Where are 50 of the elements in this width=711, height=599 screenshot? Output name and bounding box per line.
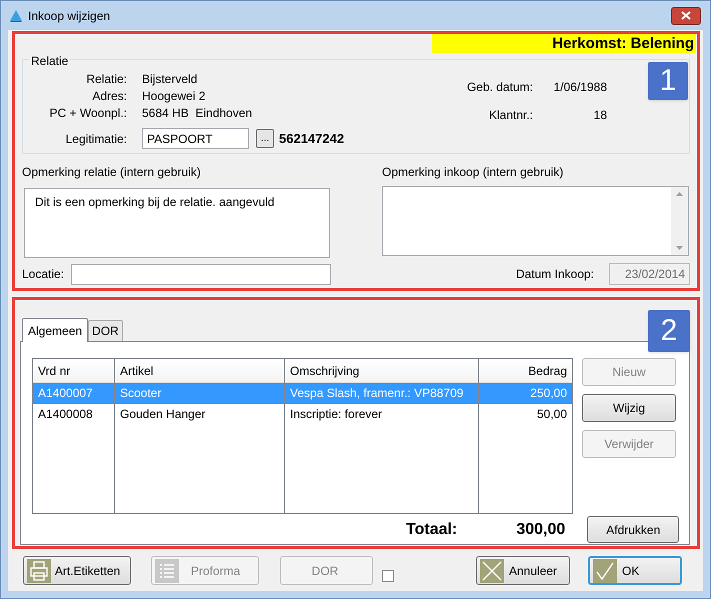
field-label: Locatie: bbox=[22, 266, 66, 283]
total-label: Totaal: bbox=[406, 520, 458, 540]
scrollbar[interactable] bbox=[671, 187, 688, 255]
field-label: Klantnr.: bbox=[488, 106, 533, 124]
total-value: 300,00 bbox=[515, 520, 566, 540]
browse-button[interactable]: ... bbox=[256, 129, 274, 148]
field-value: 5684 HB Eindhoven bbox=[142, 104, 252, 122]
tab[interactable]: DOR bbox=[88, 320, 123, 341]
side-button[interactable]: Wijzig bbox=[582, 394, 676, 422]
id-type-field[interactable]: PASPOORT bbox=[142, 128, 249, 149]
footer-button[interactable]: Annuleer bbox=[476, 556, 570, 585]
tab[interactable]: Algemeen bbox=[22, 318, 88, 342]
footer-button[interactable]: OK bbox=[588, 556, 682, 585]
app-icon bbox=[9, 8, 23, 22]
id-number: 562147242 bbox=[279, 130, 344, 148]
field-label: Datum Inkoop: bbox=[516, 266, 594, 283]
field-label: Geb. datum: bbox=[466, 78, 533, 96]
close-icon bbox=[681, 11, 691, 20]
footer-button[interactable]: Art.Etiketten bbox=[23, 556, 131, 585]
field-label: Adres: bbox=[91, 88, 127, 104]
remark-text: Dit is een opmerking bij de relatie. aangevuld bbox=[34, 194, 276, 211]
field-label: Legitimatie: bbox=[64, 130, 127, 148]
location-field[interactable] bbox=[71, 264, 331, 284]
checkbox[interactable] bbox=[382, 570, 394, 582]
field-value: 18 bbox=[592, 106, 607, 124]
check-icon bbox=[593, 558, 617, 582]
field-label: Opmerking inkoop (intern gebruik) bbox=[382, 164, 564, 178]
scroll-down-icon bbox=[676, 246, 683, 250]
scroll-up-icon bbox=[676, 192, 683, 196]
printer-icon bbox=[27, 558, 51, 582]
field-label: Opmerking relatie (intern gebruik) bbox=[22, 164, 202, 178]
field-value: Bijsterveld bbox=[142, 70, 198, 88]
field-value: 1/06/1988 bbox=[552, 78, 607, 96]
field-label: PC + Woonpl.: bbox=[48, 104, 127, 122]
remark-box[interactable] bbox=[382, 186, 689, 256]
table-cell: Vespa Slash, framenr.: VP88709 bbox=[285, 383, 478, 404]
cross-icon bbox=[480, 558, 504, 582]
table-cell: A1400007 bbox=[33, 383, 114, 404]
field-label: Relatie: bbox=[85, 70, 127, 88]
print-button[interactable]: Afdrukken bbox=[587, 516, 680, 543]
origin-banner: Herkomst: Belening bbox=[432, 34, 696, 53]
callout-badge: 2 bbox=[648, 310, 690, 352]
table-cell: 250,00 bbox=[479, 383, 572, 404]
table-cell: Scooter bbox=[115, 383, 284, 404]
field-value: Hoogewei 2 bbox=[142, 88, 206, 104]
list-icon bbox=[155, 558, 179, 582]
close-button[interactable] bbox=[671, 6, 701, 24]
window-title: Inkoop wijzigen bbox=[28, 8, 110, 24]
callout-badge: 1 bbox=[648, 62, 688, 100]
remark-box[interactable]: Dit is een opmerking bij de relatie. aangevuld bbox=[24, 188, 330, 258]
